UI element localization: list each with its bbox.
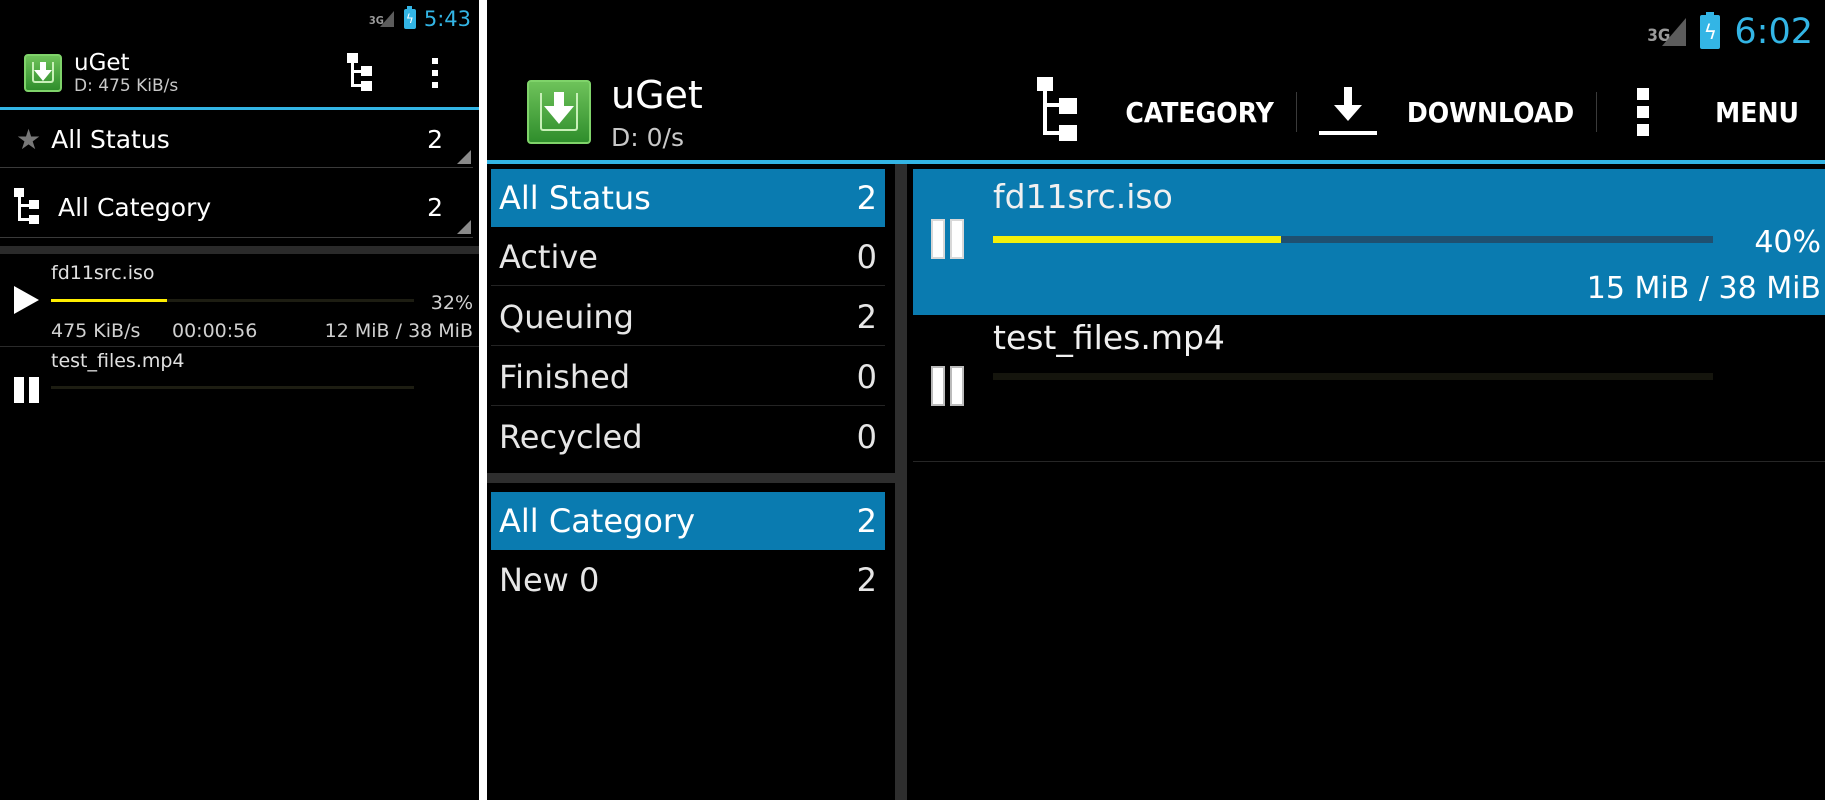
status-bar: 3G 6:02 (487, 0, 1825, 64)
download-name: test_files.mp4 (51, 350, 185, 372)
download-speed: 475 KiB/s (51, 320, 141, 342)
status-count: 2 (856, 297, 877, 336)
download-time-remaining: 00:00:56 (172, 320, 258, 342)
category-spinner-count: 2 (427, 193, 443, 222)
download-size: 12 MiB / 38 MiB (324, 320, 473, 342)
status-count: 0 (856, 357, 877, 396)
category-spinner-label: All Category (58, 193, 212, 222)
star-icon: ★ (16, 123, 42, 156)
status-item-finished[interactable]: Finished 0 (491, 348, 885, 406)
category-spinner[interactable]: All Category 2 (0, 178, 473, 238)
progress-bar (993, 373, 1713, 380)
download-size: 15 MiB / 38 MiB (1586, 271, 1821, 306)
download-name: fd11src.iso (993, 177, 1173, 216)
play-icon[interactable] (14, 286, 39, 314)
download-name: fd11src.iso (51, 262, 155, 284)
category-tree-icon[interactable] (345, 52, 375, 93)
download-item[interactable]: fd11src.iso 32% 475 KiB/s 00:00:56 12 Mi… (0, 256, 479, 346)
status-count: 0 (856, 418, 877, 456)
overflow-menu-icon (1635, 88, 1651, 136)
uget-app-icon[interactable] (527, 80, 591, 144)
progress-fill (51, 299, 168, 302)
signal-indicator: 3G (369, 11, 394, 27)
download-percent: 32% (430, 292, 473, 314)
download-action-label: DOWNLOAD (1406, 95, 1575, 129)
progress-bar (993, 236, 1713, 243)
status-item-active[interactable]: Active 0 (491, 228, 885, 286)
category-label: New 0 (499, 561, 600, 599)
uget-app-icon[interactable] (24, 53, 62, 92)
menu-action-label: MENU (1715, 95, 1799, 129)
tablet-screen: 3G 6:02 uGet D: 0/s CATEGORY (487, 0, 1825, 800)
status-item-queuing[interactable]: Queuing 2 (491, 288, 885, 346)
spinner-dropdown-icon (457, 220, 471, 234)
category-count: 2 (856, 502, 877, 540)
signal-icon (379, 11, 394, 27)
battery-charging-icon (1700, 12, 1721, 49)
app-titles: uGet D: 475 KiB/s (74, 50, 178, 96)
category-count: 2 (856, 561, 877, 599)
battery-charging-icon (403, 6, 416, 29)
phone-screen: 3G 5:43 uGet D: 475 KiB/s (0, 0, 479, 800)
action-bar: uGet D: 475 KiB/s (0, 38, 479, 110)
download-item[interactable]: test_files.mp4 (0, 348, 479, 408)
download-item[interactable]: test_files.mp4 (913, 316, 1825, 462)
pause-icon[interactable] (14, 377, 39, 403)
download-speed: D: 0/s (611, 122, 684, 152)
status-label: All Status (499, 179, 651, 217)
action-separator (1295, 92, 1297, 132)
app-title: uGet (611, 72, 703, 117)
status-label: Recycled (499, 418, 643, 456)
status-spinner-count: 2 (427, 125, 443, 154)
progress-bar (51, 386, 414, 389)
category-label: All Category (499, 502, 696, 540)
panel-section-divider (487, 473, 895, 483)
download-icon (1318, 85, 1377, 139)
pause-icon[interactable] (931, 219, 964, 259)
status-item-all[interactable]: All Status 2 (491, 169, 885, 227)
app-title: uGet (74, 49, 130, 76)
status-item-recycled[interactable]: Recycled 0 (491, 408, 885, 466)
list-divider (0, 346, 479, 347)
download-speed: D: 475 KiB/s (74, 75, 179, 96)
menu-action[interactable]: MENU (1635, 64, 1825, 160)
download-action[interactable]: DOWNLOAD (1318, 64, 1575, 160)
download-list: fd11src.iso 40% 15 MiB / 38 MiB test_fil… (907, 164, 1825, 800)
overflow-menu-icon[interactable] (425, 57, 445, 88)
status-label: Queuing (499, 297, 634, 336)
clock: 5:43 (423, 7, 471, 31)
category-item-new[interactable]: New 0 2 (491, 551, 885, 609)
download-item[interactable]: fd11src.iso 40% 15 MiB / 38 MiB (913, 169, 1825, 315)
spinner-dropdown-icon (457, 150, 471, 164)
status-spinner-label: All Status (51, 125, 170, 154)
category-item-all[interactable]: All Category 2 (491, 492, 885, 550)
signal-indicator: 3G (1647, 18, 1687, 46)
app-titles: uGet D: 0/s (611, 73, 703, 152)
category-action[interactable]: CATEGORY (1037, 64, 1274, 160)
clock: 6:02 (1734, 12, 1813, 52)
status-label: Finished (499, 357, 631, 396)
category-tree-icon (14, 187, 42, 228)
signal-icon (1662, 18, 1687, 46)
status-spinner[interactable]: ★ All Status 2 (0, 112, 473, 168)
status-count: 0 (856, 237, 877, 276)
status-count: 2 (856, 179, 877, 217)
pause-icon[interactable] (931, 366, 964, 406)
status-label: Active (499, 237, 598, 276)
status-bar: 3G 5:43 (0, 0, 479, 38)
section-divider (0, 246, 479, 254)
panel-gutter (895, 164, 907, 800)
category-action-label: CATEGORY (1125, 95, 1274, 129)
download-name: test_files.mp4 (993, 318, 1225, 357)
list-divider (913, 461, 1825, 462)
action-bar: uGet D: 0/s CATEGORY DOWNLOAD MENU (487, 64, 1825, 164)
progress-fill (993, 236, 1281, 243)
category-tree-icon (1037, 77, 1081, 147)
download-percent: 40% (1754, 225, 1821, 260)
action-separator (1596, 92, 1598, 132)
progress-bar (51, 299, 414, 302)
